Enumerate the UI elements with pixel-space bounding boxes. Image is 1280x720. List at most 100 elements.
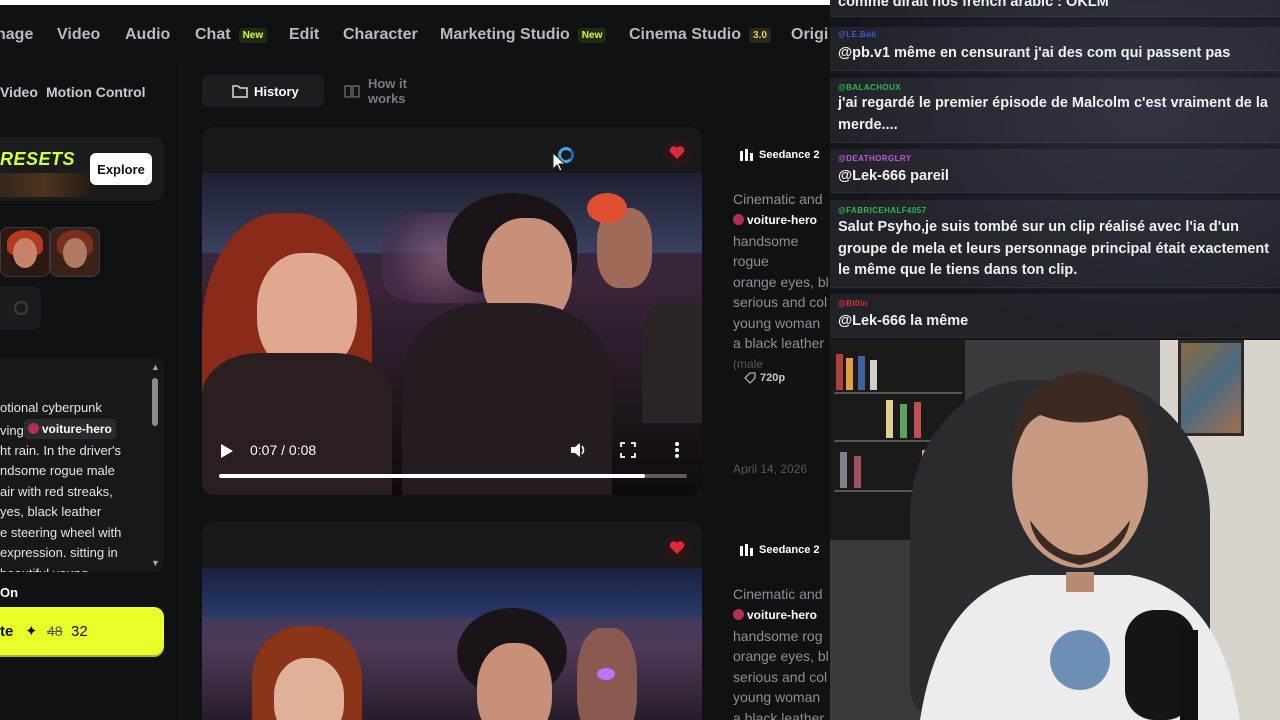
generate-button[interactable]: te ✦ 48 32 bbox=[0, 607, 164, 655]
prompt-line: e steering wheel with bbox=[0, 524, 122, 540]
generation-date: April 14, 2026 bbox=[733, 462, 808, 476]
prompt-line: beautiful young bbox=[0, 564, 140, 572]
video-player[interactable]: 0:07 / 0:08 bbox=[202, 173, 702, 495]
model-badge: Seedance 2 bbox=[740, 544, 820, 556]
tab-history[interactable]: History bbox=[202, 75, 324, 107]
character-thumbnail[interactable] bbox=[0, 227, 50, 277]
desc-line: Cinematic and bbox=[733, 586, 823, 602]
desc-line: a black leather bbox=[733, 335, 825, 352]
play-icon[interactable] bbox=[220, 443, 234, 459]
prompt-line: ndsome rogue male bbox=[0, 463, 115, 479]
generation-card[interactable]: 0:07 / 0:08 bbox=[202, 127, 702, 495]
history-tabs: History How it works bbox=[202, 75, 462, 107]
sparkle-icon: ✦ bbox=[25, 623, 38, 640]
chat-message-text: @Lek-666 pareil bbox=[838, 168, 949, 184]
video-controls: 0:07 / 0:08 bbox=[202, 429, 702, 495]
presets-image-strip bbox=[0, 173, 90, 197]
desc-line: Cinematic and bbox=[733, 191, 823, 207]
nav-edit[interactable]: Edit bbox=[289, 26, 319, 44]
chat-message: @LE.Bob @pb.v1 même en censurant j'ai de… bbox=[830, 27, 1280, 71]
panel-divider bbox=[180, 60, 181, 720]
old-cost: 48 bbox=[47, 623, 63, 639]
nav-video[interactable]: Video bbox=[57, 26, 100, 44]
chat-username: @LE.Bob bbox=[838, 30, 877, 39]
chat-username: @Bl0in bbox=[838, 299, 868, 308]
desc-tag: voiture-hero bbox=[733, 605, 830, 626]
nav-character[interactable]: Character bbox=[343, 26, 418, 44]
video-time: 0:07 / 0:08 bbox=[250, 442, 317, 458]
book bbox=[840, 452, 847, 488]
scrollbar-thumb[interactable] bbox=[152, 378, 158, 426]
chat-panel: comme dirait nos french arabic : OKLM @L… bbox=[830, 0, 1280, 340]
book bbox=[846, 358, 853, 390]
car-roof bbox=[202, 568, 702, 618]
presets-title: RESETS bbox=[0, 149, 76, 169]
generation-description: Cinematic and voiture-hero handsome rog … bbox=[733, 584, 830, 720]
steering-wheel bbox=[642, 303, 702, 423]
prompt-line: air with red streaks, bbox=[0, 483, 113, 499]
book-icon bbox=[344, 85, 360, 98]
explore-button[interactable]: Explore bbox=[90, 153, 152, 185]
top-highlight-bar bbox=[0, 0, 830, 5]
bars-icon bbox=[740, 544, 753, 556]
nav-image[interactable]: nage bbox=[0, 26, 33, 44]
scroll-down-arrow-icon[interactable]: ▼ bbox=[151, 558, 160, 568]
chat-username: @DEATHORGLRY bbox=[838, 154, 912, 163]
thumb-face bbox=[63, 238, 87, 268]
subnav-video[interactable]: Video bbox=[0, 84, 38, 100]
mouse-cursor-icon bbox=[552, 152, 566, 172]
resolution-badge: 720p bbox=[744, 372, 785, 384]
favorite-heart-icon[interactable] bbox=[663, 534, 691, 562]
prompt-line: ht rain. In the driver's bbox=[0, 442, 121, 458]
nav-cinema-studio[interactable]: Cinema Studio 3.0 bbox=[629, 26, 771, 44]
subnav-motion-control[interactable]: Motion Control bbox=[46, 84, 146, 100]
nav-original[interactable]: Origi bbox=[791, 26, 828, 44]
chat-message: @FABRICEHALF4057 Salut Psyho,je suis tom… bbox=[830, 200, 1280, 288]
nav-audio[interactable]: Audio bbox=[125, 26, 170, 44]
progress-fill bbox=[219, 474, 645, 478]
generate-label: te bbox=[0, 622, 14, 640]
toggle-on-label[interactable]: On bbox=[0, 585, 18, 600]
avatar-icon bbox=[27, 423, 39, 435]
generation-card[interactable] bbox=[202, 522, 702, 720]
nav-marketing-studio[interactable]: Marketing Studio New bbox=[440, 26, 607, 44]
character-tag: voiture-hero bbox=[23, 418, 116, 439]
new-cost: 32 bbox=[71, 622, 88, 640]
version-badge: 3.0 bbox=[749, 27, 771, 43]
book bbox=[858, 356, 865, 390]
mohawk bbox=[587, 193, 627, 223]
nav-chat[interactable]: Chat New bbox=[195, 26, 268, 44]
chat-message-text: @Lek-666 la même bbox=[838, 313, 969, 329]
tab-how-it-works[interactable]: How it works bbox=[330, 75, 462, 107]
prompt-line: expression. sitting in bbox=[0, 545, 118, 561]
volume-icon[interactable] bbox=[569, 441, 587, 459]
more-options-icon[interactable] bbox=[674, 441, 680, 459]
book bbox=[854, 456, 861, 488]
add-element-button[interactable] bbox=[0, 286, 41, 330]
plus-icon bbox=[13, 301, 28, 315]
desc-line: serious and col bbox=[733, 668, 828, 685]
chat-message: comme dirait nos french arabic : OKLM bbox=[830, 0, 1280, 17]
fullscreen-icon[interactable] bbox=[620, 442, 636, 458]
chat-username: @BALACHOUX bbox=[838, 83, 901, 92]
character-tag: voiture-hero bbox=[733, 605, 817, 626]
bars-icon bbox=[740, 149, 753, 161]
desc-line: young woman bbox=[733, 314, 821, 331]
desc-line: young woman bbox=[733, 689, 821, 706]
character-thumbnail[interactable] bbox=[50, 227, 100, 277]
favorite-heart-icon[interactable] bbox=[663, 139, 691, 167]
desc-line: orange eyes, bl bbox=[733, 648, 829, 665]
cyber-eye bbox=[597, 668, 615, 680]
avatar-icon bbox=[733, 609, 744, 621]
tag-icon bbox=[744, 372, 756, 384]
prompt-textarea[interactable]: otional cyberpunk ving voiture-hero ht ra… bbox=[0, 358, 164, 572]
desc-line: a black leather bbox=[733, 709, 825, 720]
video-progress-bar[interactable] bbox=[219, 474, 687, 478]
new-badge: New bbox=[238, 27, 268, 43]
chat-message-text: j'ai regardé le premier épisode de Malco… bbox=[838, 95, 1268, 133]
video-player[interactable] bbox=[202, 568, 702, 720]
prompt-line: yes, black leather bbox=[0, 504, 102, 520]
book bbox=[870, 360, 877, 390]
scroll-up-arrow-icon[interactable]: ▲ bbox=[151, 362, 160, 372]
character-tag: voiture-hero bbox=[733, 210, 817, 231]
